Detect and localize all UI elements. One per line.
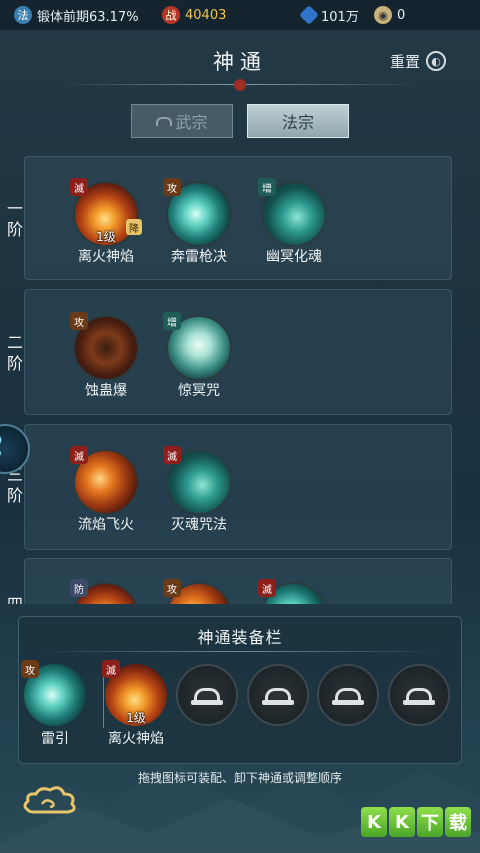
reset-button[interactable]: 重置 ◐	[390, 50, 447, 72]
tier-2-label: 二阶	[6, 333, 23, 373]
skill-type-badge: 滅	[163, 446, 181, 464]
tab-fazong-label: 法宗	[281, 113, 314, 132]
main-skill-name: 雷引	[41, 731, 69, 747]
skill-type-badge: 攻	[21, 660, 39, 678]
skill-type-badge: 滅	[102, 660, 120, 678]
lock-icon	[156, 116, 173, 126]
skill-level: 1级	[96, 230, 116, 244]
coin-icon: ◉	[374, 6, 392, 24]
skill-type-badge: 增	[258, 178, 276, 196]
skill-type-badge: 滅	[70, 178, 88, 196]
skill-name: 奔雷枪决	[171, 249, 227, 265]
skill-name: 流焰飞火	[78, 517, 134, 533]
lock-icon	[403, 688, 435, 705]
watermark-char: K	[361, 807, 387, 837]
skill-type-badge: 滅	[70, 446, 88, 464]
equip-slot-4-locked[interactable]	[317, 664, 379, 726]
watermark-logo: K K 下 载	[358, 802, 474, 842]
realm-text: 锻体前期63.17%	[37, 9, 139, 25]
swirl-icon: ◐	[426, 51, 447, 71]
reset-label: 重置	[390, 52, 421, 71]
jade-gem-icon	[299, 5, 319, 25]
skill-name: 灭魂咒法	[171, 517, 227, 533]
realm-icon: 法	[14, 6, 32, 24]
skill-type-badge: 增	[163, 312, 181, 330]
realm-progress[interactable]: 法 锻体前期63.17%	[14, 5, 139, 25]
title-seal-icon	[234, 79, 246, 91]
skill-type-badge: 防	[70, 579, 88, 597]
skill-type-badge: 攻	[70, 312, 88, 330]
tier-4-clip: 四 防 攻 滅	[0, 558, 480, 604]
tab-wuzong[interactable]: 武宗	[131, 104, 233, 138]
skill-name: 惊冥咒	[178, 383, 220, 399]
skill-name: 蚀蛊爆	[85, 383, 127, 399]
equip-slot-5-locked[interactable]	[388, 664, 450, 726]
skill-type-badge: 攻	[163, 178, 181, 196]
tab-fazong[interactable]: 法宗	[247, 104, 349, 138]
combat-power: 战 40403	[162, 5, 226, 25]
watermark-char: 下	[417, 807, 443, 837]
jade-currency[interactable]: 101万	[299, 5, 359, 25]
equip-slot-2-locked[interactable]	[176, 664, 238, 726]
tier-1-label: 一阶	[6, 199, 23, 239]
lock-icon	[332, 688, 364, 705]
tab-wuzong-label: 武宗	[175, 113, 208, 132]
equip-slot-level: 1级	[126, 711, 146, 725]
equip-title-divider	[40, 651, 440, 652]
cloud-icon[interactable]	[20, 782, 80, 822]
watermark-char: 载	[445, 807, 471, 837]
coin-value: 0	[397, 7, 406, 23]
equip-panel-title: 神通装备栏	[197, 628, 283, 647]
skill-name: 离火神焰	[78, 249, 134, 265]
skill-name: 幽冥化魂	[266, 249, 322, 265]
lock-icon	[191, 688, 223, 705]
skill-type-badge: 滅	[258, 579, 276, 597]
tier-4-label: 四	[4, 594, 26, 604]
equip-slot-3-locked[interactable]	[247, 664, 309, 726]
combat-power-value: 40403	[185, 7, 227, 23]
jade-value: 101万	[321, 9, 359, 25]
equip-slot-name: 离火神焰	[108, 731, 164, 747]
combat-power-icon: 战	[162, 6, 180, 24]
watermark-char: K	[389, 807, 415, 837]
skill-type-badge: 攻	[163, 579, 181, 597]
lock-icon	[262, 688, 294, 705]
coin-currency[interactable]: ◉ 0	[374, 5, 405, 25]
